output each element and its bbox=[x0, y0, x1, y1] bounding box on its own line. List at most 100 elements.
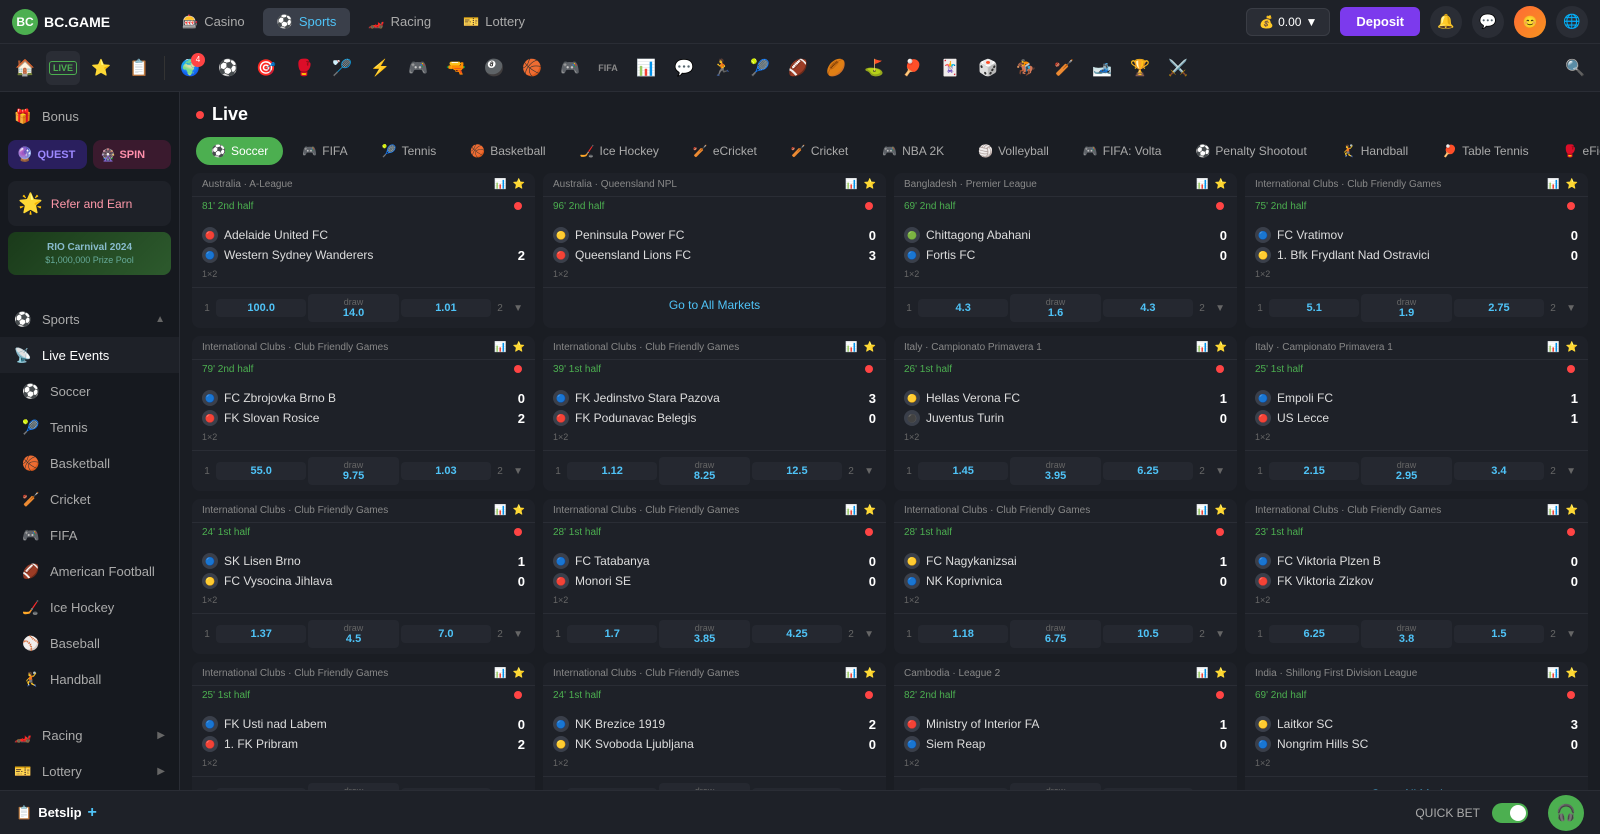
sport-icon-cards[interactable]: 🃏 bbox=[933, 51, 967, 85]
avatar[interactable]: 😊 bbox=[1514, 6, 1546, 38]
sport-icon-shooting[interactable]: 🔫 bbox=[439, 51, 473, 85]
stats-icon[interactable]: 📊 bbox=[494, 179, 506, 190]
odds-cell-2[interactable]: 6.25 bbox=[1103, 462, 1193, 480]
odds-expand[interactable]: ▼ bbox=[1211, 464, 1229, 479]
nav-casino[interactable]: 🎰 Casino bbox=[168, 8, 259, 36]
tab-fifa-volta[interactable]: 🎮 FIFA: Volta bbox=[1068, 137, 1177, 165]
tab-volleyball[interactable]: 🏐 Volleyball bbox=[963, 137, 1064, 165]
fav-icon[interactable]: ⭐ bbox=[513, 668, 525, 679]
stats-icon[interactable]: 📊 bbox=[1547, 342, 1559, 353]
stats-icon[interactable]: 📊 bbox=[494, 342, 506, 353]
support-button[interactable]: 🎧 bbox=[1548, 795, 1584, 831]
tab-ecricket[interactable]: 🏏 eCricket bbox=[678, 137, 772, 165]
stats-icon[interactable]: 📊 bbox=[845, 179, 857, 190]
sport-icon-american[interactable]: 🏈 bbox=[781, 51, 815, 85]
odds-cell-1[interactable]: 2.15 bbox=[1269, 462, 1359, 480]
sport-icon-home[interactable]: 🏠 bbox=[8, 51, 42, 85]
sport-icon-fav[interactable]: ⭐ bbox=[84, 51, 118, 85]
odds-cell-1[interactable]: 100.0 bbox=[216, 299, 306, 317]
odds-expand[interactable]: ▼ bbox=[1562, 464, 1580, 479]
goto-markets-btn[interactable]: Go to All Markets bbox=[543, 287, 886, 322]
sport-icon-world[interactable]: 🌍4 bbox=[173, 51, 207, 85]
stats-icon[interactable]: 📊 bbox=[494, 668, 506, 679]
sidebar-item-lottery[interactable]: 🎫 Lottery ▶ bbox=[0, 753, 179, 789]
stats-icon[interactable]: 📊 bbox=[845, 342, 857, 353]
fav-icon[interactable]: ⭐ bbox=[1215, 505, 1227, 516]
odds-cell-2[interactable]: 4.3 bbox=[1103, 299, 1193, 317]
fav-icon[interactable]: ⭐ bbox=[513, 179, 525, 190]
sidebar-item-racing[interactable]: 🏎️ Racing ▶ bbox=[0, 717, 179, 753]
tab-cricket[interactable]: 🏏 Cricket bbox=[776, 137, 863, 165]
stats-icon[interactable]: 📊 bbox=[845, 668, 857, 679]
stats-icon[interactable]: 📊 bbox=[1196, 668, 1208, 679]
sidebar-item-ice-hockey[interactable]: 🏒 Ice Hockey bbox=[0, 589, 179, 625]
notifications-button[interactable]: 🔔 bbox=[1430, 6, 1462, 38]
fav-icon[interactable]: ⭐ bbox=[864, 668, 876, 679]
odds-cell-2[interactable]: 1.03 bbox=[401, 462, 491, 480]
sport-icon-lightning[interactable]: ⚡ bbox=[363, 51, 397, 85]
stats-icon[interactable]: 📊 bbox=[845, 505, 857, 516]
stats-icon[interactable]: 📊 bbox=[1547, 179, 1559, 190]
odds-expand[interactable]: ▼ bbox=[860, 627, 878, 642]
sport-icon-dice[interactable]: 🎲 bbox=[971, 51, 1005, 85]
odds-cell-2[interactable]: 2.75 bbox=[1454, 299, 1544, 317]
sidebar-item-baseball[interactable]: ⚾ Baseball bbox=[0, 625, 179, 661]
fav-icon[interactable]: ⭐ bbox=[1566, 668, 1578, 679]
deposit-button[interactable]: Deposit bbox=[1340, 7, 1420, 36]
sport-icon-fifa2[interactable]: FIFA bbox=[591, 51, 625, 85]
stats-icon[interactable]: 📊 bbox=[1196, 342, 1208, 353]
promo-banner[interactable]: RIO Carnival 2024 $1,000,000 Prize Pool bbox=[8, 232, 171, 275]
odds-expand[interactable]: ▼ bbox=[1562, 627, 1580, 642]
sport-icon-horse[interactable]: 🏇 bbox=[1009, 51, 1043, 85]
tab-fifa[interactable]: 🎮 FIFA bbox=[287, 137, 362, 165]
odds-expand[interactable]: ▼ bbox=[1211, 301, 1229, 316]
sport-icon-sword[interactable]: ⚔️ bbox=[1161, 51, 1195, 85]
tab-soccer[interactable]: ⚽ Soccer bbox=[196, 137, 283, 165]
odds-cell-draw[interactable]: draw 3.85 bbox=[659, 620, 749, 648]
odds-cell-1[interactable]: 1.37 bbox=[216, 625, 306, 643]
sport-icon-live[interactable]: LIVE bbox=[46, 51, 80, 85]
odds-cell-1[interactable]: 5.1 bbox=[1269, 299, 1359, 317]
odds-cell-2[interactable]: 4.25 bbox=[752, 625, 842, 643]
odds-expand[interactable]: ▼ bbox=[1562, 301, 1580, 316]
fav-icon[interactable]: ⭐ bbox=[1215, 342, 1227, 353]
tab-efighting[interactable]: 🥊 eFighting bbox=[1548, 137, 1600, 165]
odds-cell-draw[interactable]: draw 1.9 bbox=[1361, 294, 1451, 322]
sport-icon-fifa[interactable]: 🎮 bbox=[553, 51, 587, 85]
odds-cell-1[interactable]: 55.0 bbox=[216, 462, 306, 480]
odds-cell-2[interactable]: 3.4 bbox=[1454, 462, 1544, 480]
odds-cell-2[interactable]: 1.5 bbox=[1454, 625, 1544, 643]
odds-expand[interactable]: ▼ bbox=[1211, 627, 1229, 642]
sidebar-item-handball[interactable]: 🤾 Handball bbox=[0, 661, 179, 697]
sport-icon-pool[interactable]: 🎱 bbox=[477, 51, 511, 85]
refer-section[interactable]: 🌟 Refer and Earn bbox=[8, 181, 171, 226]
quickbet-toggle[interactable] bbox=[1492, 803, 1528, 823]
sport-icon-target[interactable]: 🎯 bbox=[249, 51, 283, 85]
sidebar-item-soccer[interactable]: ⚽ Soccer bbox=[0, 373, 179, 409]
fav-icon[interactable]: ⭐ bbox=[513, 505, 525, 516]
fav-icon[interactable]: ⭐ bbox=[1566, 179, 1578, 190]
sport-icon-boxing[interactable]: 🥊 bbox=[287, 51, 321, 85]
odds-cell-draw[interactable]: draw 4.5 bbox=[308, 620, 398, 648]
fav-icon[interactable]: ⭐ bbox=[1215, 179, 1227, 190]
odds-cell-2[interactable]: 12.5 bbox=[752, 462, 842, 480]
sport-icon-table[interactable]: 🏓 bbox=[895, 51, 929, 85]
sidebar-item-cricket[interactable]: 🏏 Cricket bbox=[0, 481, 179, 517]
odds-cell-draw[interactable]: draw 9.5 bbox=[308, 783, 398, 790]
fav-icon[interactable]: ⭐ bbox=[1215, 668, 1227, 679]
tab-ice-hockey[interactable]: 🏒 Ice Hockey bbox=[565, 137, 674, 165]
odds-expand[interactable]: ▼ bbox=[509, 301, 527, 316]
tab-basketball[interactable]: 🏀 Basketball bbox=[455, 137, 560, 165]
odds-cell-1[interactable]: 4.3 bbox=[918, 299, 1008, 317]
sport-icon-badminton[interactable]: 🏸 bbox=[325, 51, 359, 85]
nav-racing[interactable]: 🏎️ Racing bbox=[354, 8, 445, 36]
spin-button[interactable]: 🎡 SPIN bbox=[93, 140, 172, 169]
sport-icon-tennis[interactable]: 🎾 bbox=[743, 51, 777, 85]
sport-icon-chart[interactable]: 📊 bbox=[629, 51, 663, 85]
odds-cell-2[interactable]: 10.5 bbox=[1103, 625, 1193, 643]
odds-cell-draw[interactable]: draw 1.6 bbox=[1010, 294, 1100, 322]
goto-markets-btn[interactable]: Go to All Markets bbox=[1245, 776, 1588, 790]
tab-handball[interactable]: 🤾 Handball bbox=[1326, 137, 1423, 165]
sidebar-item-american-football[interactable]: 🏈 American Football bbox=[0, 553, 179, 589]
odds-cell-draw[interactable]: draw 3.8 bbox=[1361, 620, 1451, 648]
